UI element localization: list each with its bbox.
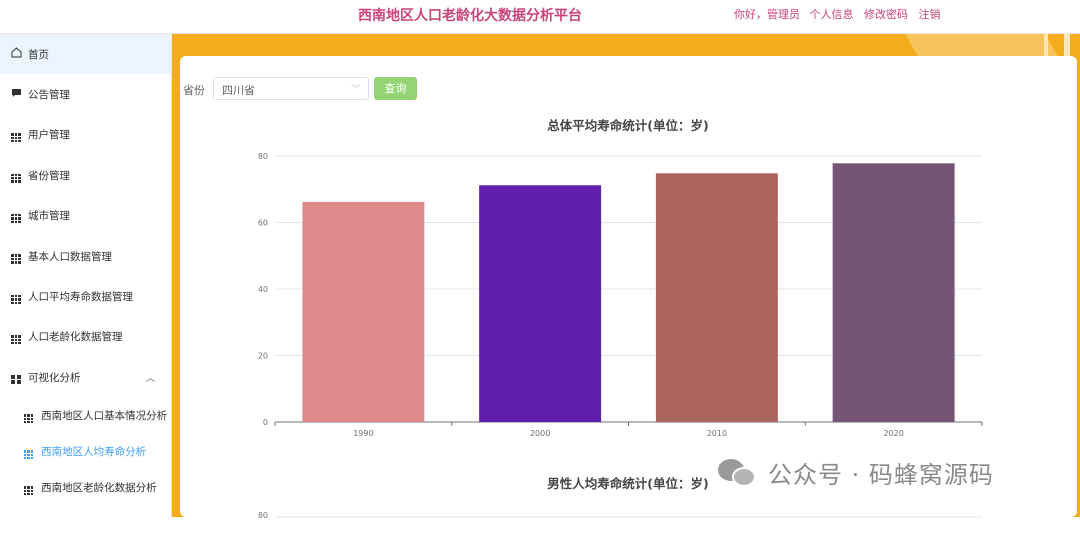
sidebar-item-label: 人口平均寿命数据管理: [28, 291, 133, 304]
watermark: 公众号 · 码蜂窝源码: [718, 455, 994, 490]
x-tick-label: 2000: [530, 429, 550, 438]
sidebar-item-label: 省份管理: [28, 169, 70, 182]
sidebar-item-users[interactable]: 用户管理: [0, 115, 171, 155]
app-title: 西南地区人口老龄化大数据分析平台: [358, 8, 582, 24]
male-lifespan-chart: 80: [258, 511, 982, 520]
sidebar-item-label: 可视化分析: [28, 371, 81, 384]
sidebar-item-label: 城市管理: [28, 210, 70, 223]
x-tick-label: 2020: [883, 429, 903, 438]
change-password-link[interactable]: 修改密码: [864, 8, 908, 21]
sidebar-subitem-label: 西南地区人口基本情况分析: [41, 410, 168, 423]
message-icon: [10, 88, 22, 102]
grid-icon: [10, 249, 22, 264]
sidebar-item-label: 用户管理: [28, 129, 70, 142]
sidebar-item-population-data[interactable]: 基本人口数据管理: [0, 236, 171, 276]
y-tick-label: 20: [258, 352, 268, 361]
y-tick-label: 40: [258, 285, 268, 294]
province-label: 省份: [183, 84, 205, 97]
province-select[interactable]: 四川省 ﹀: [213, 77, 369, 100]
sidebar-subitem-label: 西南地区老龄化数据分析: [41, 482, 157, 495]
chevron-down-icon: ﹀: [350, 85, 360, 95]
top-header: 西南地区人口老龄化大数据分析平台 你好，管理员 个人信息 修改密码 注销: [0, 0, 1080, 34]
x-tick-label: 2010: [707, 429, 727, 438]
grid-icon: [24, 444, 34, 460]
sidebar-item-home[interactable]: 首页: [0, 34, 171, 75]
logout-link[interactable]: 注销: [919, 8, 941, 21]
sidebar-item-visualization[interactable]: 可视化分析 ︿: [0, 357, 171, 397]
watermark-text: 公众号 · 码蜂窝源码: [768, 461, 994, 489]
profile-link[interactable]: 个人信息: [810, 8, 854, 21]
sidebar-item-label: 基本人口数据管理: [28, 250, 112, 263]
y-tick-label: 80: [258, 152, 268, 161]
chart-title: 总体平均寿命统计(单位：岁): [547, 118, 709, 133]
wechat-icon: [718, 457, 758, 489]
sidebar-item-announcements[interactable]: 公告管理: [0, 74, 171, 114]
sidebar-item-cities[interactable]: 城市管理: [0, 196, 171, 236]
chevron-up-icon: ︿: [145, 374, 155, 385]
bar-2020: [832, 163, 955, 422]
grid-icon: [10, 128, 22, 143]
grid-icon: [10, 168, 22, 183]
greeting-text: 你好，管理员: [734, 8, 800, 21]
background-decoration: [905, 34, 1059, 58]
query-button[interactable]: 查询: [374, 77, 417, 100]
grid-icon: [24, 480, 34, 496]
sidebar-item-label: 首页: [28, 48, 49, 61]
sidebar-subitem-aging-analysis[interactable]: 西南地区老龄化数据分析: [0, 470, 171, 506]
home-icon: [10, 47, 22, 61]
menu-icon: [10, 371, 22, 385]
sidebar-item-lifespan-data[interactable]: 人口平均寿命数据管理: [0, 276, 171, 316]
sidebar-item-aging-data[interactable]: 人口老龄化数据管理: [0, 317, 171, 357]
header-links: 你好，管理员 个人信息 修改密码 注销: [734, 6, 948, 22]
sidebar: 首页 公告管理 用户管理 省份管理 城市管理 基本人口数据管理 人口平均寿命数据…: [0, 34, 172, 517]
sidebar-subitem-population-analysis[interactable]: 西南地区人口基本情况分析: [0, 398, 171, 434]
y-tick-label: 0: [263, 418, 268, 427]
grid-icon: [10, 208, 22, 224]
bar-2000: [479, 185, 602, 422]
lifespan-bar-chart: 0 20 40 60 80 1990 2000 2010 2020: [258, 152, 983, 438]
sidebar-item-label: 人口老龄化数据管理: [28, 331, 123, 344]
province-select-value: 四川省: [222, 84, 255, 97]
bar-2010: [655, 173, 778, 422]
y-tick-label: 60: [258, 219, 268, 228]
grid-icon: [24, 408, 34, 424]
x-tick-label: 1990: [353, 429, 373, 438]
grid-icon: [10, 330, 22, 345]
y-tick-label: 80: [258, 511, 268, 520]
sidebar-item-provinces[interactable]: 省份管理: [0, 155, 171, 195]
bar-1990: [302, 201, 425, 422]
grid-icon: [10, 289, 22, 304]
sidebar-subitem-label: 西南地区人均寿命分析: [41, 446, 147, 459]
sidebar-item-label: 公告管理: [28, 89, 70, 102]
sidebar-subitem-lifespan-analysis[interactable]: 西南地区人均寿命分析: [0, 434, 171, 470]
